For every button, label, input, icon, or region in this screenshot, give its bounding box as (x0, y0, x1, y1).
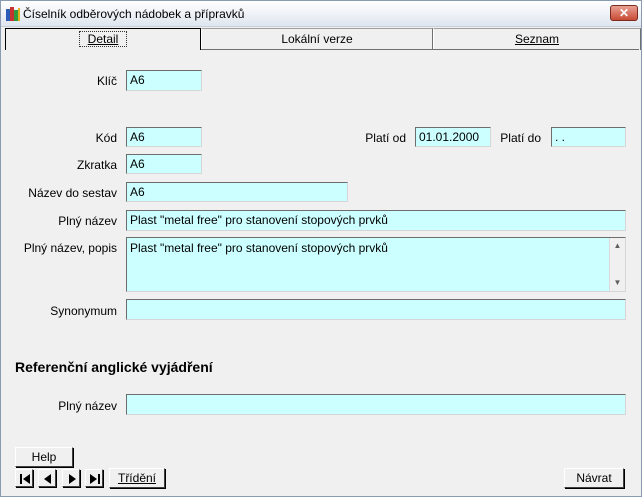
last-record-button[interactable] (85, 469, 103, 487)
synonymum-label: Synonymum (50, 304, 117, 318)
close-icon: ✕ (618, 6, 630, 20)
first-record-icon (20, 474, 30, 484)
plny-nazev-popis-label: Plný název, popis (23, 241, 117, 255)
klic-field[interactable]: A6 (126, 70, 202, 91)
plati-od-label: Platí od (365, 131, 406, 145)
tab-seznam-label: Seznam (514, 32, 560, 46)
synonymum-field[interactable] (126, 299, 626, 320)
help-button[interactable]: Help (15, 447, 73, 467)
nazev-do-sestav-label: Název do sestav (28, 186, 117, 200)
plny-nazev-popis-textarea[interactable]: Plast "metal free" pro stanovení stopový… (126, 237, 626, 292)
textarea-scrollbar[interactable]: ▲ ▼ (609, 238, 625, 291)
first-record-button[interactable] (15, 469, 33, 487)
last-record-icon (90, 474, 100, 484)
tab-lokalni-verze-label: Lokální verze (281, 32, 353, 46)
scroll-down-icon[interactable]: ▼ (610, 275, 625, 291)
app-icon (6, 7, 20, 21)
klic-label: Klíč (96, 74, 117, 88)
close-button[interactable]: ✕ (610, 5, 638, 21)
previous-record-button[interactable] (38, 469, 56, 487)
navrat-button[interactable]: Návrat (564, 468, 624, 488)
next-record-button[interactable] (62, 469, 80, 487)
zkratka-field[interactable]: A6 (126, 154, 202, 174)
scroll-up-icon[interactable]: ▲ (610, 238, 625, 254)
tab-divider (201, 49, 639, 50)
app-window: Číselník odběrových nádobek a přípravků … (0, 0, 642, 497)
trideni-button[interactable]: Třídění (109, 468, 165, 488)
plati-od-field[interactable]: 01.01.2000 (415, 127, 491, 147)
tab-detail[interactable]: Detail (5, 28, 201, 50)
ref-plny-nazev-label: Plný název (58, 399, 117, 413)
tab-seznam[interactable]: Seznam (433, 28, 641, 50)
nazev-do-sestav-field[interactable]: A6 (126, 182, 348, 202)
plati-do-field[interactable]: . . (551, 127, 626, 147)
title-bar: Číselník odběrových nádobek a přípravků … (1, 1, 641, 27)
window-title: Číselník odběrových nádobek a přípravků (23, 7, 245, 21)
tab-lokalni-verze[interactable]: Lokální verze (201, 28, 433, 50)
trideni-button-label: Třídění (117, 471, 156, 485)
plati-do-label: Platí do (500, 131, 541, 145)
help-button-label: Help (31, 450, 57, 464)
plny-nazev-field[interactable]: Plast "metal free" pro stanovení stopový… (126, 210, 626, 231)
ref-plny-nazev-field[interactable] (126, 394, 626, 415)
plny-nazev-label: Plný název (58, 214, 117, 228)
kod-field[interactable]: A6 (126, 127, 202, 147)
navrat-button-label: Návrat (576, 471, 612, 485)
zkratka-label: Zkratka (76, 158, 117, 172)
plny-nazev-popis-text: Plast "metal free" pro stanovení stopový… (130, 241, 388, 255)
reference-section-title: Referenční anglické vyjádření (15, 359, 213, 375)
previous-record-icon (44, 474, 51, 484)
kod-label: Kód (95, 131, 117, 145)
tab-detail-label: Detail (87, 32, 119, 46)
tab-bar: Detail Lokální verze Seznam (5, 28, 641, 50)
next-record-icon (69, 474, 76, 484)
